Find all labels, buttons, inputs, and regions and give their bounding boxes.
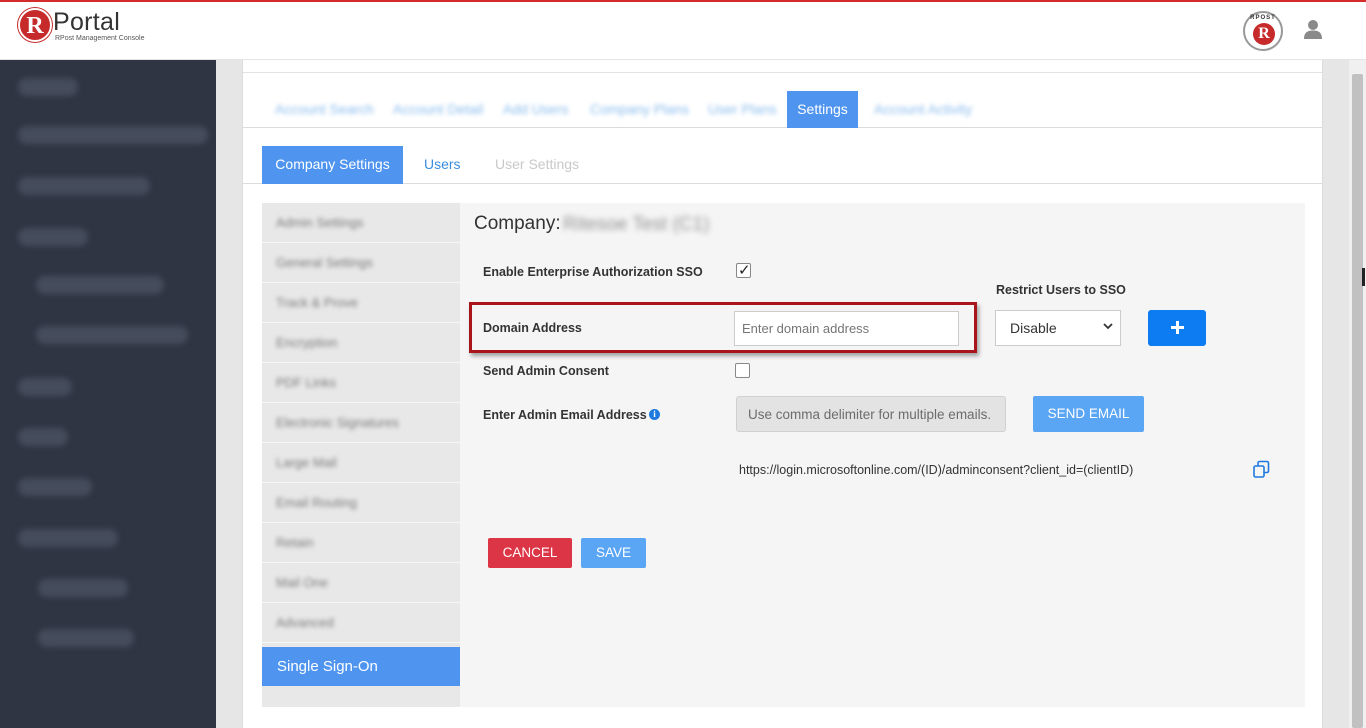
menu-item[interactable]: General Settings bbox=[262, 243, 460, 283]
main-sidebar bbox=[0, 60, 216, 728]
page-scrollbar[interactable] bbox=[1349, 60, 1366, 728]
highlight-box bbox=[469, 302, 977, 353]
cancel-button[interactable]: CANCEL bbox=[488, 538, 572, 568]
menu-item[interactable]: Admin Settings bbox=[262, 203, 460, 243]
enable-sso-checkbox[interactable]: ✓ bbox=[736, 262, 751, 279]
admin-email-input[interactable] bbox=[736, 396, 1006, 432]
menu-item[interactable]: Large Mail bbox=[262, 443, 460, 483]
sidebar-item[interactable] bbox=[38, 579, 128, 597]
tab-company-settings[interactable]: Company Settings bbox=[262, 146, 403, 184]
copy-icon[interactable] bbox=[1252, 460, 1271, 479]
sidebar-item[interactable] bbox=[18, 478, 92, 496]
menu-item[interactable]: PDF Links bbox=[262, 363, 460, 403]
info-icon[interactable]: i bbox=[649, 409, 660, 420]
company-name: Ritesoe Test (C1) bbox=[563, 214, 710, 235]
sidebar-item[interactable] bbox=[18, 78, 78, 96]
save-button[interactable]: SAVE bbox=[581, 538, 646, 568]
tab-settings[interactable]: Settings bbox=[787, 91, 858, 128]
admin-email-label: Enter Admin Email Address bbox=[483, 408, 647, 422]
rpost-badge[interactable]: RPOST R bbox=[1243, 11, 1283, 51]
chevron-down-icon bbox=[1103, 323, 1113, 330]
menu-item[interactable]: Electronic Signatures bbox=[262, 403, 460, 443]
tab-account-detail[interactable]: Account Detail bbox=[393, 101, 483, 117]
menu-item[interactable]: Email Routing bbox=[262, 483, 460, 523]
sidebar-item[interactable] bbox=[18, 529, 118, 547]
account-tabs: Account Search Account Detail Add Users … bbox=[243, 91, 1322, 128]
menu-item-single-sign-on[interactable]: Single Sign-On bbox=[262, 647, 460, 686]
restrict-users-value: Disable bbox=[1010, 320, 1057, 336]
send-admin-consent-checkbox[interactable] bbox=[735, 363, 750, 378]
scrollbar-thumb[interactable] bbox=[1352, 74, 1363, 728]
tab-user-settings[interactable]: User Settings bbox=[495, 156, 579, 172]
tab-account-search[interactable]: Account Search bbox=[275, 101, 374, 117]
main-panel: Account Search Account Detail Add Users … bbox=[242, 60, 1323, 728]
menu-item[interactable]: Retain bbox=[262, 523, 460, 563]
check-icon: ✓ bbox=[738, 262, 751, 279]
menu-item[interactable]: Advanced bbox=[262, 603, 460, 643]
divider bbox=[243, 72, 1322, 73]
sidebar-item[interactable] bbox=[38, 629, 134, 647]
sidebar-item[interactable] bbox=[36, 326, 188, 344]
admin-consent-url: https://login.microsoftonline.com/(ID)/a… bbox=[739, 463, 1134, 477]
tab-account-activity[interactable]: Account Activity bbox=[874, 101, 972, 117]
app-title: Portal bbox=[53, 8, 121, 36]
settings-subtabs: Company Settings Users User Settings bbox=[243, 146, 1322, 184]
restrict-users-label: Restrict Users to SSO bbox=[996, 283, 1126, 297]
tab-user-plans[interactable]: User Plans bbox=[708, 101, 776, 117]
send-email-button[interactable]: SEND EMAIL bbox=[1033, 396, 1144, 432]
sidebar-item[interactable] bbox=[18, 126, 208, 144]
company-label: Company: bbox=[474, 213, 561, 234]
badge-text: RPOST bbox=[1250, 15, 1276, 21]
enable-sso-label: Enable Enterprise Authorization SSO bbox=[483, 265, 703, 279]
settings-menu: Admin Settings General Settings Track & … bbox=[262, 203, 460, 707]
sidebar-item[interactable] bbox=[18, 428, 68, 446]
logo-mark: R bbox=[18, 8, 52, 42]
plus-icon bbox=[1171, 321, 1184, 334]
sidebar-item[interactable] bbox=[18, 378, 72, 396]
badge-letter: R bbox=[1253, 23, 1275, 45]
menu-item[interactable]: Track & Prove bbox=[262, 283, 460, 323]
tab-add-users[interactable]: Add Users bbox=[503, 101, 568, 117]
menu-item[interactable]: Encryption bbox=[262, 323, 460, 363]
app-subtitle: RPost Management Console bbox=[55, 35, 145, 42]
restrict-users-select[interactable]: Disable bbox=[995, 310, 1121, 346]
send-admin-consent-label: Send Admin Consent bbox=[483, 364, 609, 378]
user-icon[interactable] bbox=[1302, 18, 1324, 40]
app-header: R Portal RPost Management Console RPOST … bbox=[0, 2, 1366, 60]
tab-company-plans[interactable]: Company Plans bbox=[590, 101, 689, 117]
settings-content: Admin Settings General Settings Track & … bbox=[262, 203, 1305, 707]
tab-users[interactable]: Users bbox=[424, 156, 461, 172]
text-cursor bbox=[1362, 268, 1365, 286]
add-domain-button[interactable] bbox=[1148, 310, 1206, 346]
sidebar-item[interactable] bbox=[18, 228, 88, 246]
menu-item[interactable]: Mail One bbox=[262, 563, 460, 603]
rportal-logo[interactable]: R Portal RPost Management Console bbox=[18, 8, 145, 42]
sidebar-item[interactable] bbox=[18, 177, 150, 195]
sidebar-item[interactable] bbox=[36, 276, 164, 294]
